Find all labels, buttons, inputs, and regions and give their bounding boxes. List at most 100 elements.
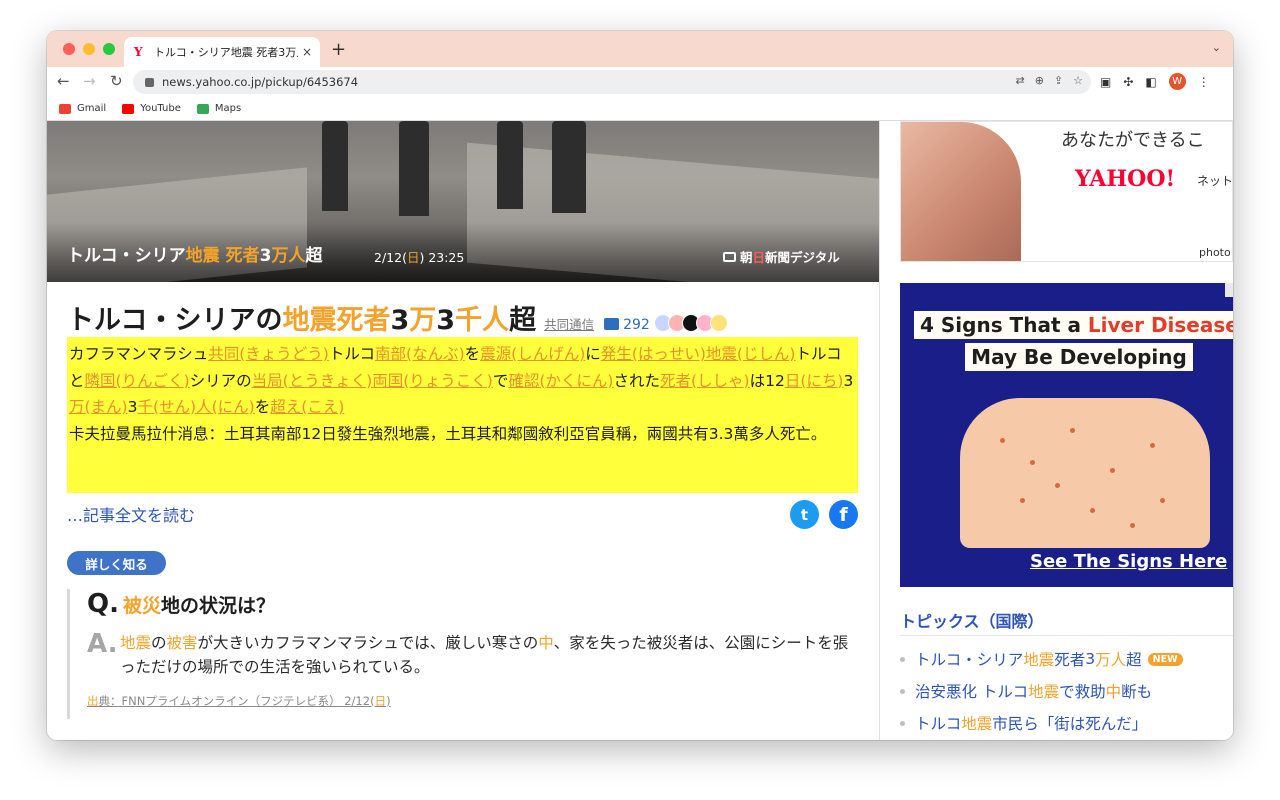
ruby-word: を (464, 345, 481, 363)
topic-item[interactable]: トルコ 地震 市民ら「街は死んだ」 (900, 712, 1147, 734)
bookmark-star-icon[interactable]: ☆ (1073, 74, 1083, 87)
ruby-word: を (254, 398, 271, 416)
bookmark-label: Gmail (77, 103, 107, 114)
topic-text-part[interactable]: で救助 (1059, 680, 1106, 702)
hero-image[interactable]: トルコ・シリア地震 死者3万人超 2/12(日) 23:25 朝日新聞デジタル (47, 121, 879, 282)
back-arrow-icon[interactable]: ← (57, 72, 70, 90)
answer-part[interactable]: 中 (538, 634, 554, 652)
bookmark-maps[interactable]: Maps (196, 103, 241, 114)
kebab-menu-icon[interactable]: ⋮ (1198, 75, 1210, 89)
twitter-share-icon[interactable]: t (790, 500, 819, 529)
liver-disease-ad[interactable]: 4 Signs That a Liver Disease May Be Deve… (900, 283, 1233, 587)
minimize-window-button[interactable] (83, 43, 95, 55)
tab-search-chevron-icon[interactable]: ⌄ (1212, 41, 1221, 54)
bookmark-youtube[interactable]: YouTube (122, 103, 181, 114)
topic-text-part[interactable]: 断も (1121, 680, 1152, 702)
source-part[interactable]: 日 (375, 694, 387, 708)
ruby-word[interactable]: 死者(ししゃ) (660, 372, 750, 390)
ruby-word[interactable]: 日(にち) (785, 372, 844, 390)
address-bar[interactable]: news.yahoo.co.jp/pickup/6453674 ⇄ ⊕ ⇪ ☆ (133, 70, 1091, 94)
ruby-word[interactable]: 震源(しんげん) (480, 345, 585, 363)
zoom-window-button[interactable] (103, 43, 115, 55)
topic-text-part[interactable]: 万人 (1095, 648, 1126, 670)
question-part[interactable]: 被災 (123, 595, 161, 617)
topic-text-part[interactable]: 地震 (961, 712, 992, 734)
source-part: ) (386, 694, 391, 708)
answer-part[interactable]: 地震 (120, 634, 151, 652)
topic-text-part[interactable]: 地震 (1023, 648, 1054, 670)
puzzle-icon[interactable]: ✣ (1123, 75, 1133, 89)
ruby-word: に (585, 345, 601, 363)
ad-info-icon[interactable] (1225, 283, 1233, 297)
profile-avatar[interactable]: W (1168, 73, 1186, 90)
comment-icon[interactable] (604, 318, 620, 330)
summary-ruby-text: カフラマンマラシュ共同(きょうどう)トルコ南部(なんぶ)を震源(しんげん)に発生… (69, 345, 853, 416)
ruby-word[interactable]: 千(せん) (137, 398, 196, 416)
topic-text-part[interactable]: 超 (1126, 648, 1142, 670)
hero-title-part: 死者 (219, 246, 260, 266)
ruby-word[interactable]: 人(にん) (196, 398, 255, 416)
topic-text-part[interactable]: 中 (1106, 680, 1122, 702)
torso-illustration (960, 398, 1210, 548)
topic-text-part[interactable]: 治安悪化 トルコ (915, 680, 1028, 702)
topic-item[interactable]: トルコ・シリア 地震 死者 3 万人超 NEW (900, 648, 1183, 670)
url-text[interactable]: news.yahoo.co.jp/pickup/6453674 (162, 75, 358, 89)
ruby-word[interactable]: 両国(りょうこく) (372, 372, 493, 390)
topic-text-part[interactable]: 地震 (1028, 680, 1059, 702)
comment-count[interactable]: 292 (623, 317, 650, 333)
active-tab[interactable]: Y トルコ・シリア地震 死者3万人超 × (124, 37, 320, 67)
reaction-icons[interactable] (653, 314, 728, 332)
topic-text-part[interactable]: トルコ・シリア (915, 648, 1023, 670)
bookmark-gmail[interactable]: Gmail (59, 103, 106, 114)
answer-source-link[interactable]: 出典：FNNプライムオンライン（フジテレビ系） 2/12(日) (87, 693, 391, 709)
tab-close-icon[interactable]: × (302, 45, 312, 59)
read-full-article-link[interactable]: …記事全文を読む (67, 502, 195, 526)
translate-icon[interactable]: ⇄ (1015, 74, 1024, 87)
headline-part: トルコ・シリアの (67, 305, 283, 336)
topic-text-part[interactable]: 市民ら「街は死んだ」 (992, 712, 1147, 734)
ruby-word[interactable]: 万(まん) (69, 398, 128, 416)
source-part[interactable]: 出 (87, 694, 99, 708)
hero-time-part: 2/12( (374, 250, 407, 265)
extension-icon[interactable]: ▣ (1100, 75, 1111, 89)
lock-icon[interactable] (145, 77, 154, 87)
share-icon[interactable]: ⇪ (1054, 74, 1063, 87)
ruby-word[interactable]: 超え(こえ) (270, 398, 344, 416)
learn-more-badge[interactable]: 詳しく知る (67, 551, 166, 575)
ruby-word[interactable]: 共同(きょうどう) (208, 345, 329, 363)
ruby-word[interactable]: 隣国(りんごく) (85, 372, 190, 390)
answer-part[interactable]: 被害 (167, 634, 198, 652)
topics-separator (900, 635, 1233, 636)
headline-part[interactable]: 万 (409, 305, 436, 336)
headline-part[interactable]: 地震死者 (282, 305, 390, 336)
sidepanel-icon[interactable]: ◧ (1145, 75, 1156, 89)
source-part: 典：FNNプライムオンライン（フジテレビ系） 2/12( (98, 694, 375, 708)
topic-text-part[interactable]: トルコ (915, 712, 961, 734)
skin-spot (1150, 443, 1155, 448)
topic-item[interactable]: 治安悪化 トルコ 地震 で救助中断も (900, 680, 1152, 702)
new-tab-button[interactable]: + (331, 39, 346, 60)
source-link[interactable]: 共同通信 (544, 314, 594, 333)
topic-text-part[interactable]: 死者 (1054, 648, 1085, 670)
see-signs-link[interactable]: See The Signs Here (1030, 551, 1227, 572)
ruby-word[interactable]: 南部(なんぶ) (375, 345, 465, 363)
ruby-word[interactable]: 確認(かくにん) (508, 372, 613, 390)
topics-title[interactable]: トピックス（国際） (900, 608, 1044, 632)
yahoo-donation-ad[interactable]: あなたができるこ YAHOO! ネット募金 photo (900, 121, 1233, 262)
ruby-word[interactable]: 当局(とうきょく) (252, 372, 373, 390)
reload-icon[interactable]: ↻ (110, 72, 123, 90)
headline-part[interactable]: 千人 (455, 305, 509, 336)
tab-strip: Y トルコ・シリア地震 死者3万人超 × + ⌄ (47, 31, 1233, 67)
topic-text-part[interactable]: 3 (1085, 650, 1095, 668)
zoom-icon[interactable]: ⊕ (1035, 74, 1044, 87)
hero-title[interactable]: トルコ・シリア地震 死者3万人超 (67, 241, 322, 266)
close-window-button[interactable] (63, 43, 75, 55)
skin-spot (1160, 498, 1165, 503)
forward-arrow-icon[interactable]: → (83, 72, 96, 90)
bullet-icon (900, 688, 905, 694)
ruby-word[interactable]: 発生(はっせい) (601, 345, 706, 363)
facebook-share-icon[interactable]: f (829, 500, 858, 529)
answer-text: 地震の被害が大きいカフラマンマラシュでは、厳しい寒さの中、家を失った被災者は、公… (120, 631, 856, 679)
ruby-word: 3 (843, 371, 854, 390)
ruby-word[interactable]: 地震(じしん) (706, 345, 796, 363)
